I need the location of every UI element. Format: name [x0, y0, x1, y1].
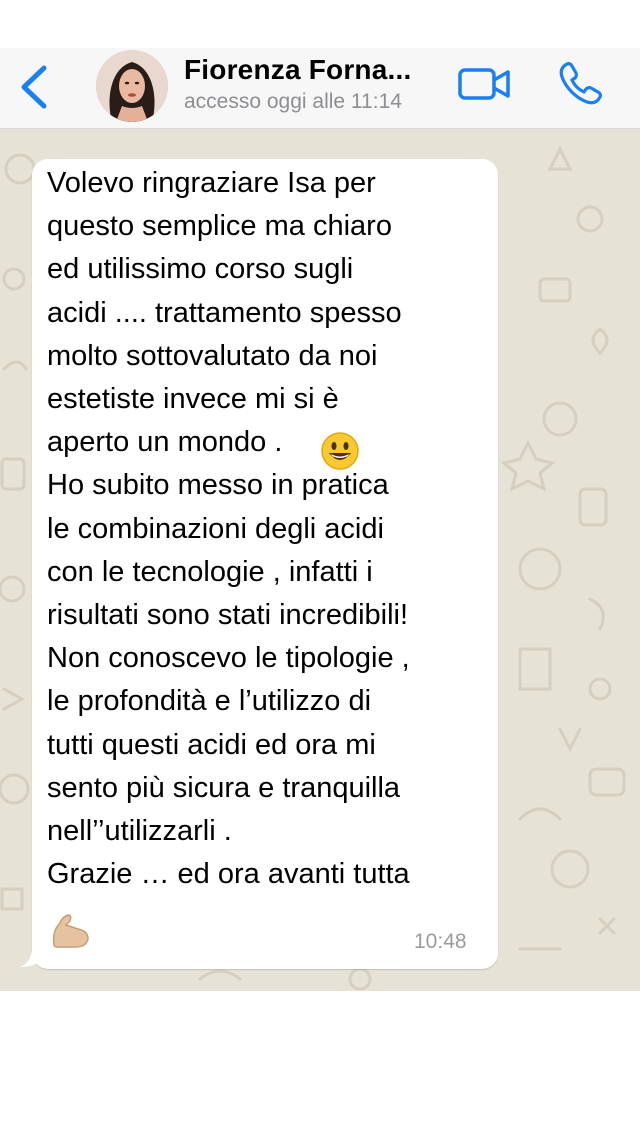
voice-call-button[interactable]: [554, 58, 606, 110]
message-text: Volevo ringraziare Isa per questo sempli…: [47, 167, 410, 891]
chat-screen: Fiorenza Forna... accesso oggi alle 11:1…: [0, 0, 640, 1136]
chevron-left-icon: [21, 65, 47, 109]
bottom-blank-area: [0, 991, 640, 1136]
video-camera-icon: [458, 68, 510, 100]
bubble-tail: [20, 929, 44, 967]
last-seen-status: accesso oggi alle 11:14: [184, 90, 402, 113]
message-timestamp: 10:48: [414, 930, 467, 953]
back-button[interactable]: [12, 58, 56, 114]
chat-header: Fiorenza Forna... accesso oggi alle 11:1…: [0, 48, 640, 129]
contact-name[interactable]: Fiorenza Forna...: [184, 54, 411, 86]
phone-icon: [559, 62, 602, 105]
smiling-face-emoji: [321, 432, 359, 470]
video-call-button[interactable]: [456, 62, 514, 106]
flexed-biceps-emoji: [52, 914, 89, 948]
avatar[interactable]: [96, 50, 168, 122]
